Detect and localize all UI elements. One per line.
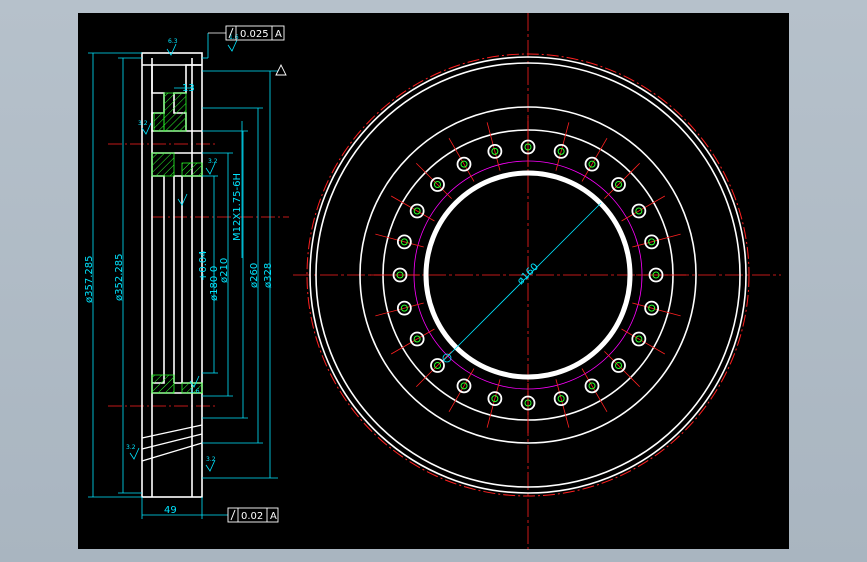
hole-center-tick bbox=[415, 351, 452, 388]
section-hatch bbox=[151, 92, 203, 394]
hole-center-tick bbox=[581, 137, 608, 182]
roughness-3: 3.2 bbox=[138, 120, 148, 127]
fcf-bottom-datum: A bbox=[270, 511, 277, 522]
dim-d180-tol: +0.04 bbox=[198, 250, 209, 281]
roughness-1: 6.3 bbox=[168, 38, 178, 45]
fcf-top: 0.025 A bbox=[208, 25, 285, 41]
cad-drawing: ø357.285 ø352.285 M12X1.75-6H ø210 ø260 … bbox=[84, 13, 781, 549]
hole-center-tick bbox=[415, 162, 452, 199]
roughness-4: 3.2 bbox=[208, 158, 218, 165]
dim-d328: ø328 bbox=[263, 263, 274, 288]
dim-d357: ø357.285 bbox=[84, 256, 95, 303]
dim-d180: ø180-0 bbox=[209, 266, 220, 301]
front-view: ø160 bbox=[293, 13, 781, 549]
dim-thread: M12X1.75-6H bbox=[232, 173, 243, 241]
fcf-bottom: 0.02 A bbox=[227, 507, 279, 523]
datum-triangle bbox=[275, 63, 287, 76]
dim-d352: ø352.285 bbox=[114, 254, 125, 301]
hole-center-tick bbox=[604, 162, 641, 199]
fcf-top-datum: A bbox=[275, 29, 282, 40]
runout-icon bbox=[230, 509, 236, 521]
fcf-top-value: 0.025 bbox=[240, 29, 269, 40]
dim-d160-leader: ø160 bbox=[442, 202, 602, 363]
fcf-bottom-value: 0.02 bbox=[241, 511, 263, 522]
hole-center-tick bbox=[448, 368, 475, 413]
dim-d260: ø260 bbox=[249, 263, 260, 288]
hole-center-tick bbox=[390, 195, 435, 222]
roughness-5: 1.6 bbox=[190, 388, 200, 395]
hole-center-tick bbox=[581, 368, 608, 413]
cad-viewport[interactable]: ø357.285 ø352.285 M12X1.75-6H ø210 ø260 … bbox=[78, 13, 789, 549]
dim-d210: ø210 bbox=[219, 258, 230, 283]
section-view: ø357.285 ø352.285 M12X1.75-6H ø210 ø260 … bbox=[84, 25, 289, 523]
hole-center-tick bbox=[621, 195, 666, 222]
roughness-7: 3.2 bbox=[206, 456, 216, 463]
dim-13: 13 bbox=[182, 83, 195, 94]
hole-center-tick bbox=[604, 351, 641, 388]
hole-center-tick bbox=[621, 328, 666, 355]
dim-width: 49 bbox=[164, 505, 177, 516]
roughness-6: 3.2 bbox=[126, 444, 136, 451]
hole-center-tick bbox=[448, 137, 475, 182]
hole-center-tick bbox=[390, 328, 435, 355]
